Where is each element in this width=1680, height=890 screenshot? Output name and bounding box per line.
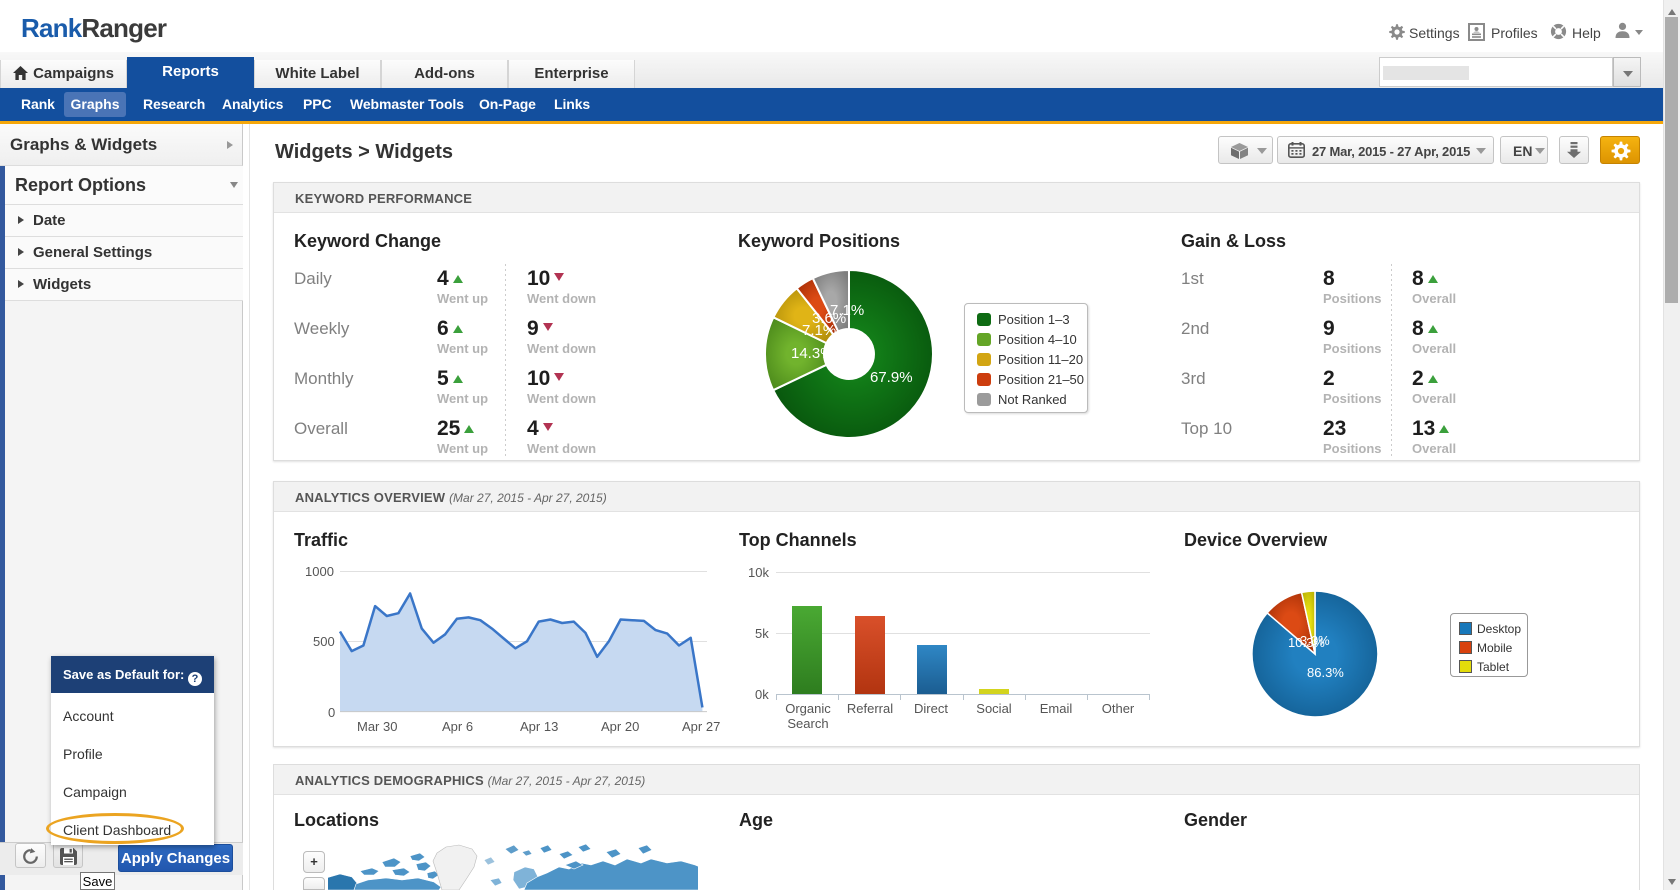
svg-text:3.3%: 3.3% xyxy=(1300,633,1330,648)
svg-text:14.3%: 14.3% xyxy=(791,345,834,362)
svg-text:7.1%: 7.1% xyxy=(830,302,864,319)
svg-text:67.9%: 67.9% xyxy=(870,369,913,386)
svg-text:86.3%: 86.3% xyxy=(1307,665,1344,680)
